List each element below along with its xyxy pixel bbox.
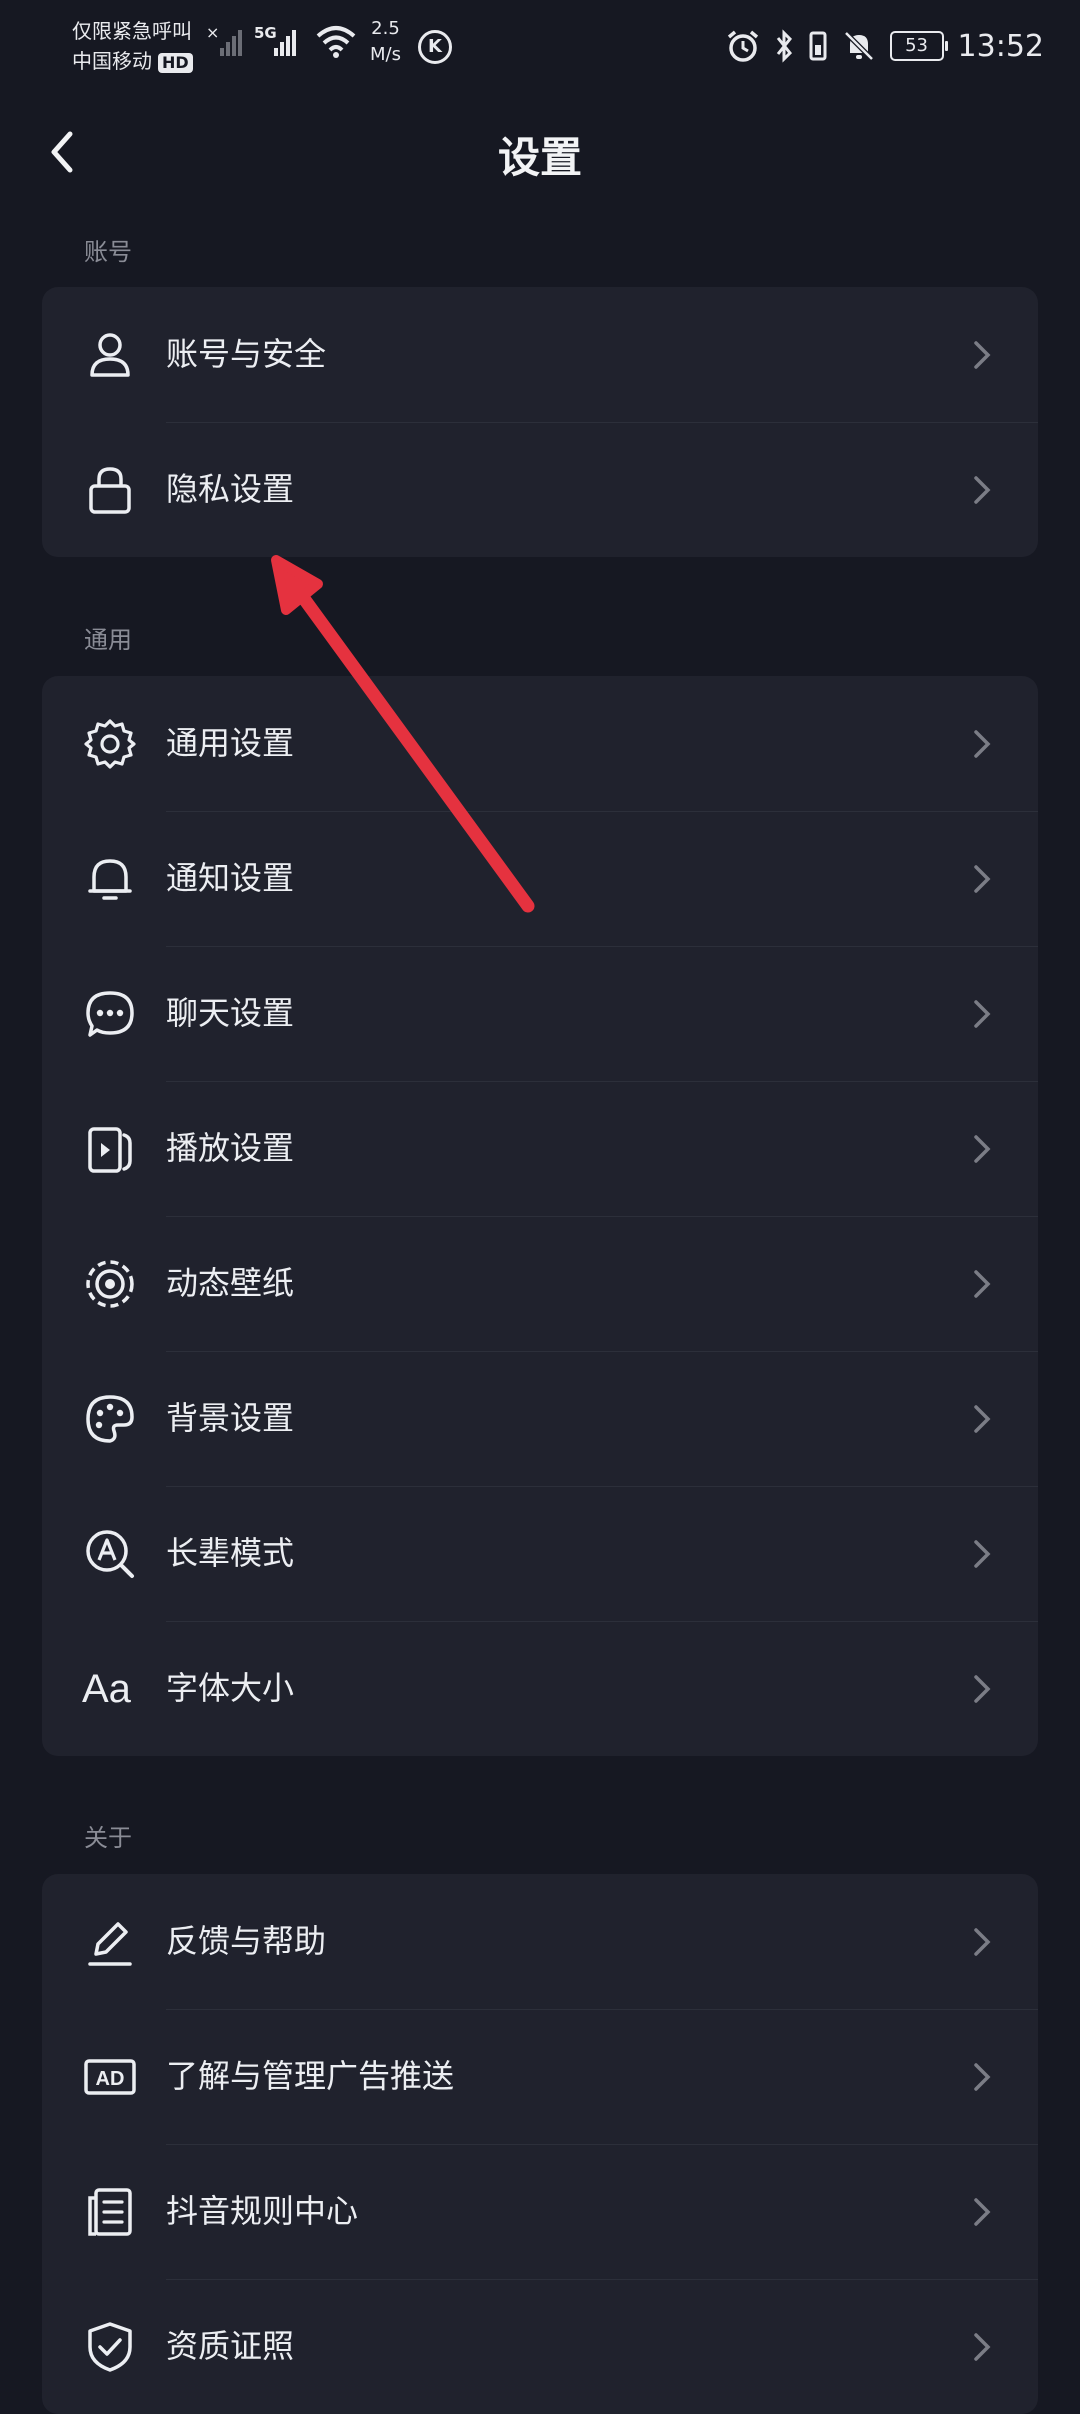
settings-item-label: 资质证照 — [166, 2327, 295, 2365]
settings-item-label: 账号与安全 — [166, 335, 327, 373]
settings-item-background[interactable]: 背景设置 — [42, 1351, 1038, 1486]
settings-item-label: 播放设置 — [166, 1129, 295, 1167]
settings-item-ad-management[interactable]: AD 了解与管理广告推送 — [42, 2009, 1038, 2144]
chevron-right-icon — [974, 1540, 991, 1568]
alarm-icon — [727, 30, 758, 62]
section-label-account: 账号 — [84, 238, 132, 266]
settings-item-label: 聊天设置 — [166, 994, 295, 1032]
svg-text:AD: AD — [96, 2068, 125, 2090]
header: 设置 — [0, 92, 1080, 212]
chevron-right-icon — [974, 730, 991, 758]
chevron-right-icon — [974, 865, 991, 893]
settings-item-label: 抖音规则中心 — [166, 2192, 359, 2230]
mute-bell-icon — [843, 31, 874, 61]
settings-item-elder-mode[interactable]: 长辈模式 — [42, 1486, 1038, 1621]
emergency-call-text: 仅限紧急呼叫 — [72, 19, 192, 43]
edit-icon — [88, 1922, 132, 1966]
chevron-right-icon — [974, 2063, 991, 2091]
annotation-arrow-head — [271, 555, 323, 615]
play-icon — [88, 1127, 132, 1173]
signal-x-icon: × — [206, 24, 242, 56]
status-bar: 仅限紧急呼叫 中国移动 HD × 5G 2.5 M/s K 53 13:52 — [0, 0, 1080, 92]
wifi-icon — [316, 26, 356, 58]
settings-item-label: 了解与管理广告推送 — [166, 2057, 455, 2095]
about-card: 反馈与帮助 AD 了解与管理广告推送 抖音规则中心 资质证照 — [42, 1874, 1038, 2414]
chevron-right-icon — [974, 1405, 991, 1433]
chevron-right-icon — [974, 1675, 991, 1703]
chevron-right-icon — [974, 2333, 991, 2361]
settings-item-label: 动态壁纸 — [166, 1264, 295, 1302]
settings-item-notification[interactable]: 通知设置 — [42, 811, 1038, 946]
account-card: 账号与安全 隐私设置 — [42, 287, 1038, 557]
chevron-right-icon — [974, 1000, 991, 1028]
font-size-icon: Aa — [82, 1667, 131, 1711]
signal-5g-icon: 5G — [254, 24, 296, 56]
settings-item-qualifications[interactable]: 资质证照 — [42, 2279, 1038, 2414]
settings-item-chat[interactable]: 聊天设置 — [42, 946, 1038, 1081]
chevron-right-icon — [974, 476, 991, 504]
right-status-icons: 53 13:52 — [726, 26, 1044, 66]
chevron-right-icon — [974, 1135, 991, 1163]
settings-item-live-wallpaper[interactable]: 动态壁纸 — [42, 1216, 1038, 1351]
chevron-right-icon — [974, 1270, 991, 1298]
settings-item-playback[interactable]: 播放设置 — [42, 1081, 1038, 1216]
chat-icon — [86, 991, 134, 1037]
settings-item-account-security[interactable]: 账号与安全 — [42, 287, 1038, 422]
phone-vibrate-icon — [809, 31, 827, 61]
lock-icon — [89, 467, 131, 514]
settings-item-label: 通知设置 — [166, 859, 295, 897]
section-label-general: 通用 — [84, 626, 132, 654]
carrier-name: 中国移动 — [72, 49, 152, 73]
settings-item-rules-center[interactable]: 抖音规则中心 — [42, 2144, 1038, 2279]
settings-item-label: 背景设置 — [166, 1399, 295, 1437]
settings-item-feedback[interactable]: 反馈与帮助 — [42, 1874, 1038, 2009]
user-icon — [90, 333, 130, 377]
settings-item-general[interactable]: 通用设置 — [42, 676, 1038, 811]
carrier-info: 仅限紧急呼叫 中国移动 HD — [72, 16, 193, 76]
k-app-icon: K — [418, 30, 452, 64]
shield-check-icon — [88, 2322, 132, 2372]
network-speed: 2.5 M/s — [370, 18, 401, 65]
settings-item-label: 反馈与帮助 — [166, 1922, 327, 1960]
gear-icon — [84, 719, 136, 769]
bell-icon — [88, 859, 132, 900]
ad-icon: AD — [84, 2059, 136, 2095]
clock: 13:52 — [957, 28, 1044, 64]
chevron-right-icon — [974, 1928, 991, 1956]
palette-icon — [86, 1395, 134, 1443]
settings-item-label: 通用设置 — [166, 724, 295, 762]
svg-text:5G: 5G — [254, 24, 277, 42]
page-title: 设置 — [497, 133, 582, 182]
hd-badge: HD — [158, 52, 193, 73]
section-label-about: 关于 — [84, 1824, 132, 1852]
svg-text:×: × — [206, 24, 219, 42]
settings-item-label: 长辈模式 — [166, 1534, 295, 1572]
target-icon — [86, 1260, 134, 1308]
settings-item-privacy[interactable]: 隐私设置 — [42, 422, 1038, 557]
settings-item-font-size[interactable]: Aa 字体大小 — [42, 1621, 1038, 1756]
settings-item-label: 隐私设置 — [166, 470, 295, 508]
general-card: 通用设置 通知设置 聊天设置 播放设置 动态壁纸 背景设置 长辈模式 Aa 字体… — [42, 676, 1038, 1756]
magnifier-a-icon — [86, 1530, 134, 1578]
chevron-right-icon — [974, 2198, 991, 2226]
bluetooth-icon — [776, 29, 792, 63]
settings-item-label: 字体大小 — [166, 1669, 295, 1707]
document-icon — [88, 2188, 132, 2236]
battery-indicator: 53 — [889, 31, 948, 61]
chevron-right-icon — [974, 341, 991, 369]
